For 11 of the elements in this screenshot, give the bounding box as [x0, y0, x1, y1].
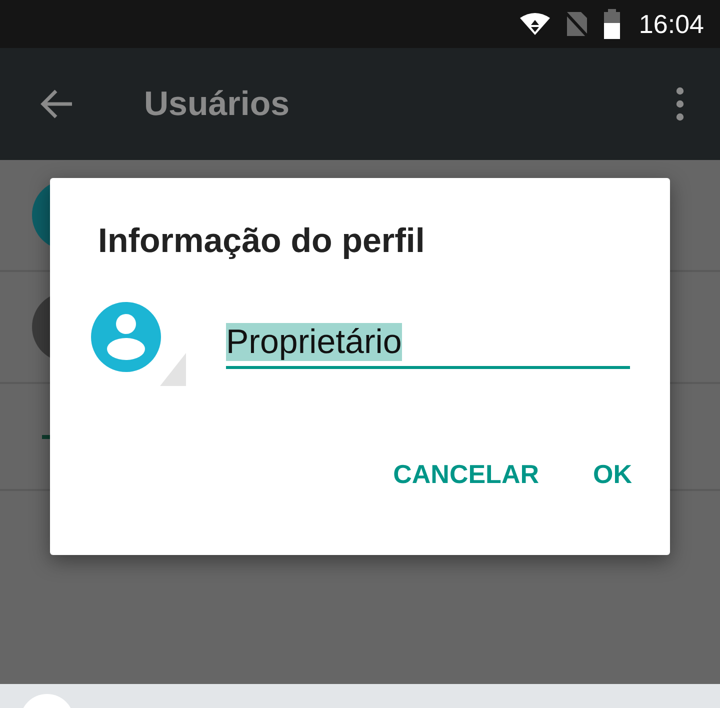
- dialog-title: Informação do perfil: [98, 222, 426, 261]
- name-field[interactable]: Proprietário: [226, 323, 630, 369]
- no-sim-icon: [564, 10, 589, 38]
- back-arrow-icon[interactable]: [40, 89, 74, 119]
- screen-title: Usuários: [144, 84, 290, 124]
- dialog-button[interactable]: OK: [581, 451, 644, 498]
- more-options-icon[interactable]: [676, 87, 684, 121]
- dialog-button[interactable]: CANCELAR: [381, 451, 551, 498]
- battery-icon: [602, 9, 621, 39]
- clock: 16:04: [638, 8, 704, 40]
- wifi-icon: [518, 12, 551, 36]
